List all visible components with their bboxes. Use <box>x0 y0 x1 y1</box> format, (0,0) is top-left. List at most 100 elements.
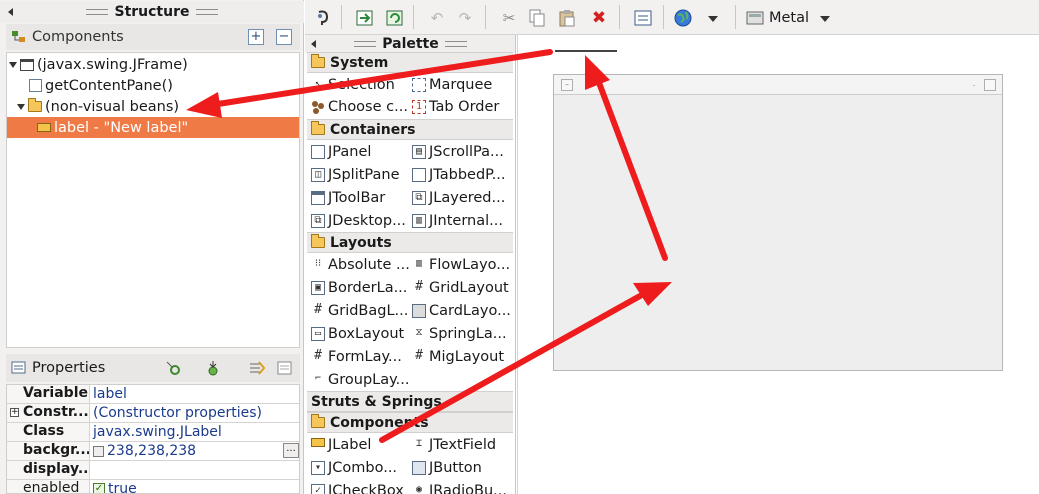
properties-menu-icon[interactable] <box>276 359 294 377</box>
palette-item-gridlayout[interactable]: # GridLayout <box>412 277 512 299</box>
property-value[interactable] <box>90 461 299 479</box>
button-icon <box>412 461 426 475</box>
palette-item-label: FlowLayo... <box>429 257 511 273</box>
copy-icon[interactable] <box>527 8 547 28</box>
palette-item-jradiobutton[interactable]: ◉ JRadioBu... <box>412 480 512 494</box>
show-advanced-icon[interactable] <box>248 359 266 377</box>
palette-item-boxlayout[interactable]: ▭ BoxLayout <box>311 323 411 345</box>
palette-item-jlayeredpane[interactable]: ⧉ JLayered... <box>412 187 512 209</box>
tree-item-non-visual-beans[interactable]: (non-visual beans) <box>7 96 299 117</box>
palette-item-label: JLabel <box>328 437 372 453</box>
palette-category-layouts[interactable]: Layouts <box>307 232 513 253</box>
palette-item-jinternalframe[interactable]: ▥ JInternal... <box>412 210 512 232</box>
maximize-icon[interactable] <box>984 79 996 91</box>
palette-item-absolute-layout[interactable]: ⁝⁝ Absolute ... <box>311 254 411 276</box>
drag-grip-icon[interactable] <box>444 41 467 47</box>
structure-title-bar[interactable]: Structure <box>0 1 304 23</box>
tree-item-label-selected[interactable]: label - "New label" <box>7 117 299 138</box>
content-pane-icon <box>29 79 42 92</box>
expand-arrow-icon[interactable] <box>17 103 25 110</box>
collapse-all-button[interactable]: − <box>276 29 292 45</box>
palette-item-miglayout[interactable]: # MigLayout <box>412 346 512 368</box>
palette-item-grouplayout[interactable]: ⌐ GroupLay... <box>311 369 411 391</box>
palette-item-jdesktoppane[interactable]: ⧉ JDesktop... <box>311 210 411 232</box>
chevron-down-icon[interactable] <box>708 16 718 22</box>
property-row[interactable]: Variable label <box>7 385 299 404</box>
drag-grip-icon[interactable] <box>195 9 218 15</box>
delete-icon[interactable]: ✖ <box>589 8 609 28</box>
palette-category-containers[interactable]: Containers <box>307 119 513 140</box>
property-value[interactable]: 238,238,238 <box>90 442 299 460</box>
minimize-icon[interactable]: . <box>968 79 980 91</box>
jframe-preview[interactable]: – . <box>553 74 1003 371</box>
palette-category-struts-springs[interactable]: Struts & Springs <box>307 391 513 412</box>
tab-order-icon[interactable] <box>633 8 653 28</box>
show-events-icon[interactable] <box>164 359 182 377</box>
checkbox-checked-icon[interactable]: ✓ <box>93 483 105 493</box>
palette-item-jbutton[interactable]: JButton <box>412 457 512 479</box>
collapse-arrow-icon[interactable] <box>8 8 13 16</box>
palette-item-jtoolbar[interactable]: JToolBar <box>311 187 411 209</box>
goto-definition-icon[interactable] <box>204 359 222 377</box>
undo-icon[interactable]: ↶ <box>427 8 447 28</box>
refresh-icon[interactable] <box>385 8 405 28</box>
property-value[interactable]: (Constructor properties) <box>90 404 299 422</box>
globe-icon[interactable] <box>673 8 693 28</box>
expand-all-button[interactable]: + <box>248 29 264 45</box>
cut-icon[interactable]: ✂ <box>499 8 519 28</box>
folder-icon <box>311 121 325 135</box>
property-value[interactable]: label <box>90 385 299 403</box>
text-field-icon: ⌶ <box>412 438 426 452</box>
mig-layout-icon: # <box>412 349 426 364</box>
palette-item-jpanel[interactable]: JPanel <box>311 141 411 163</box>
palette-item-springlayout[interactable]: ⧖ SpringLa... <box>412 323 512 345</box>
property-value[interactable]: javax.swing.JLabel <box>90 423 299 441</box>
palette-item-cardlayout[interactable]: CardLayo... <box>412 300 512 322</box>
palette-item-gridbaglayout[interactable]: # GridBagL... <box>311 300 411 322</box>
palette-item-choose-component[interactable]: Choose c... <box>311 96 411 118</box>
redo-icon[interactable]: ↷ <box>455 8 475 28</box>
properties-table[interactable]: Variable label + Constr... (Constructor … <box>6 384 300 494</box>
palette-category-components[interactable]: Components <box>307 412 513 433</box>
palette-item-jtextfield[interactable]: ⌶ JTextField <box>412 434 512 456</box>
tree-item-content-pane[interactable]: getContentPane() <box>7 75 299 96</box>
expand-arrow-icon[interactable] <box>9 61 17 68</box>
ellipsis-button[interactable]: ... <box>283 443 299 458</box>
test-gui-icon[interactable] <box>313 8 333 28</box>
palette-item-jcombobox[interactable]: ▾ JCombo... <box>311 457 411 479</box>
property-row[interactable]: display... <box>7 461 299 480</box>
palette-item-flowlayout[interactable]: ▥ FlowLayo... <box>412 254 512 276</box>
palette-item-selection[interactable]: ↖ Selection <box>311 74 411 96</box>
palette-item-jcheckbox[interactable]: ✓ JCheckBox <box>311 480 411 494</box>
palette-item-jsplitpane[interactable]: ◫ JSplitPane <box>311 164 411 186</box>
property-value[interactable]: ✓ true <box>90 480 299 493</box>
property-row[interactable]: Class javax.swing.JLabel <box>7 423 299 442</box>
expand-plus-icon[interactable]: + <box>10 408 19 417</box>
drag-grip-icon[interactable] <box>86 9 109 15</box>
export-nls-icon[interactable] <box>355 8 375 28</box>
palette-item-marquee[interactable]: Marquee <box>412 74 512 96</box>
components-tree[interactable]: (javax.swing.JFrame) getContentPane() (n… <box>6 52 300 348</box>
property-row[interactable]: enabled ✓ true <box>7 480 299 493</box>
property-row[interactable]: + Constr... (Constructor properties) <box>7 404 299 423</box>
toolbar-separator <box>485 5 486 29</box>
property-row[interactable]: backgr... 238,238,238 ... <box>7 442 299 461</box>
palette-item-tab-order[interactable]: 1 Tab Order <box>412 96 512 118</box>
jframe-title-bar[interactable]: – . <box>554 75 1002 95</box>
look-and-feel-label[interactable]: Metal <box>769 8 809 28</box>
palette-category-system[interactable]: System <box>307 52 513 73</box>
window-menu-icon[interactable]: – <box>561 79 573 91</box>
palette-item-jtabbedpane[interactable]: JTabbedP... <box>412 164 512 186</box>
look-and-feel-icon[interactable] <box>745 8 765 28</box>
tree-item-jframe[interactable]: (javax.swing.JFrame) <box>7 54 299 75</box>
palette-item-borderlayout[interactable]: ▣ BorderLa... <box>311 277 411 299</box>
drag-grip-icon[interactable] <box>354 41 377 47</box>
palette-item-jlabel[interactable]: JLabel <box>311 434 411 456</box>
palette-item-jscrollpane[interactable]: ▤ JScrollPa... <box>412 141 512 163</box>
palette-title-bar[interactable]: Palette <box>305 35 515 53</box>
palette-item-formlayout[interactable]: # FormLay... <box>311 346 411 368</box>
internal-frame-icon: ▥ <box>412 214 426 228</box>
paste-icon[interactable] <box>557 8 577 28</box>
collapse-arrow-icon[interactable] <box>311 40 316 48</box>
chevron-down-icon[interactable] <box>820 16 830 22</box>
